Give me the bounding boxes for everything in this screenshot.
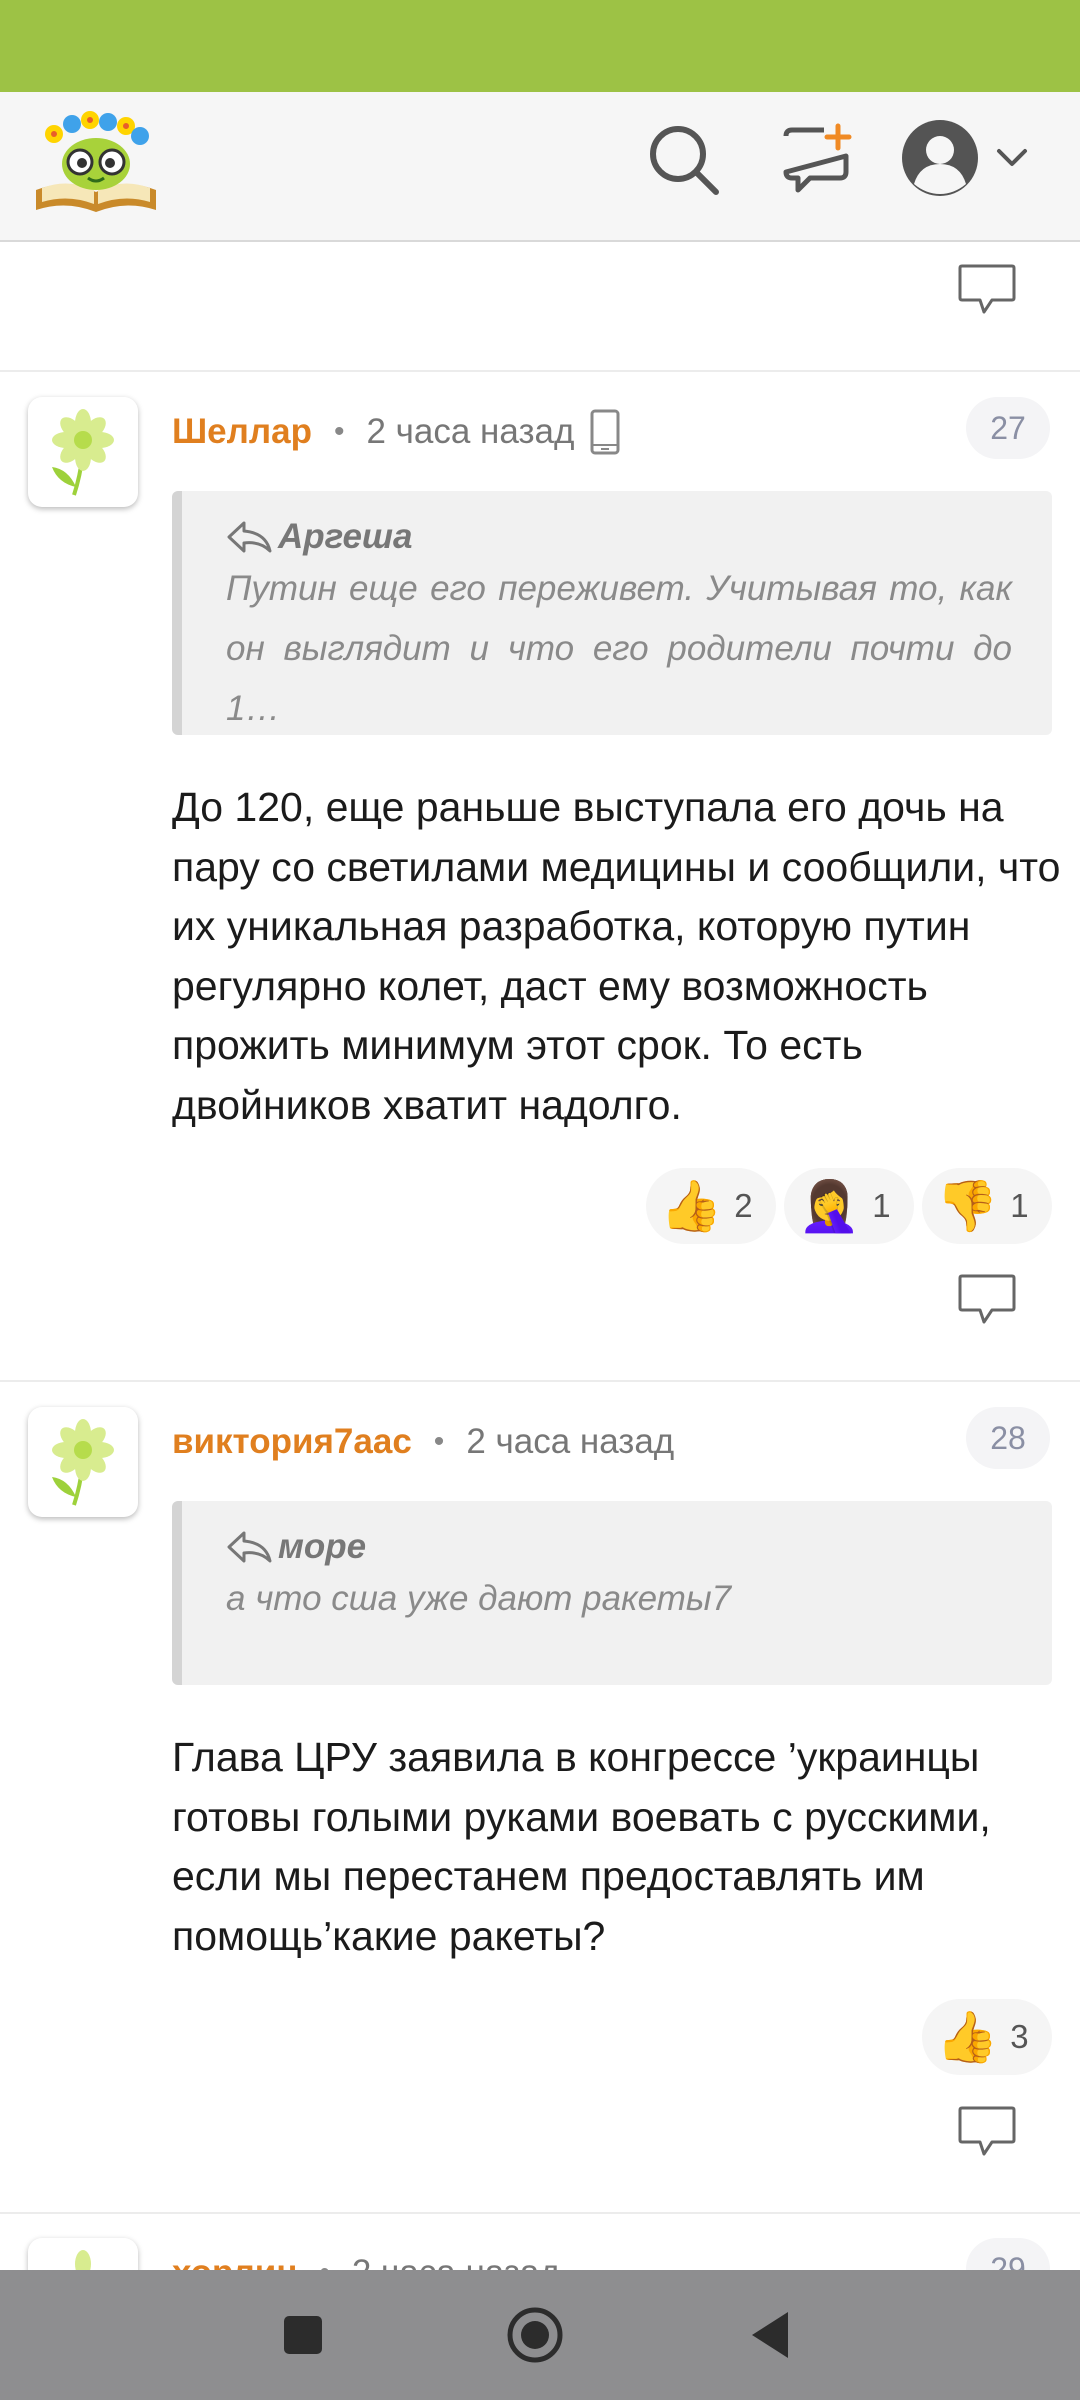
flower-avatar-icon [52,1419,114,1506]
reaction-dislike[interactable]: 👎 1 [922,1168,1052,1244]
reply-comment-icon[interactable] [956,262,1018,318]
site-logo[interactable] [32,106,160,218]
comment-text: Глава ЦРУ заявила в конгрессе ’украинцы … [172,1734,991,1959]
reaction-facepalm[interactable]: 🤦‍♀️ 1 [784,1168,914,1244]
comment-meta: виктория7аас • 2 часа назад [172,1417,674,1467]
comment-number[interactable]: 27 [966,397,1050,459]
quote-text: а что сша уже дают ракеты7 [226,1579,732,1618]
quoted-comment[interactable]: море а что сша уже дают ракеты7 [172,1501,1052,1685]
separator-dot: • [433,1425,445,1458]
reaction-like[interactable]: 👍 2 [646,1168,776,1244]
back-triangle-icon[interactable] [748,2310,792,2360]
comment-time: 2 часа назад [366,412,575,451]
comment-time: 2 часа назад [466,1422,675,1461]
quoted-comment[interactable]: Аргеша Путин еще его переживет. Учитывая… [172,491,1052,735]
reaction-count: 1 [872,1187,891,1224]
reaction-count: 1 [1010,1187,1029,1224]
mobile-device-icon [590,409,620,455]
user-avatar-icon[interactable] [900,118,980,198]
author-avatar[interactable] [28,397,138,507]
chevron-down-icon[interactable] [996,148,1028,168]
author-name[interactable]: виктория7аас [172,1422,412,1462]
author-avatar[interactable] [28,1407,138,1517]
separator-dot: • [333,415,345,448]
comment-number[interactable]: 28 [966,1407,1050,1469]
search-icon[interactable] [646,122,722,198]
reply-comment-icon[interactable] [956,2104,1018,2160]
system-nav-bar [0,2270,1080,2400]
thumbs-down-icon: 👎 [936,1178,999,1234]
recents-square-icon[interactable] [282,2314,324,2356]
comment-text: До 120, еще раньше выступала его дочь на… [172,784,1061,1128]
comment-divider [0,370,1080,372]
thumbs-up-icon: 👍 [660,1178,723,1234]
facepalm-icon: 🤦‍♀️ [798,1178,861,1234]
quote-author: море [278,1527,367,1566]
comment-divider [0,2212,1080,2214]
new-post-icon[interactable] [780,122,854,196]
quote-text: Путин еще его переживет. Учитывая то, ка… [226,569,1012,728]
comment-divider [0,1380,1080,1382]
reaction-count: 3 [1010,2018,1029,2055]
home-circle-icon[interactable] [506,2306,564,2364]
flower-avatar-icon [52,409,114,496]
reply-arrow-icon [227,1531,272,1563]
reaction-like[interactable]: 👍 3 [922,1999,1052,2075]
reply-comment-icon[interactable] [956,1272,1018,1328]
reaction-count: 2 [734,1187,753,1224]
thumbs-up-icon: 👍 [936,2009,999,2065]
app-header [0,92,1080,242]
reply-arrow-icon [227,521,272,553]
quote-author: Аргеша [278,517,413,556]
comment-meta: Шеллар • 2 часа назад [172,407,620,457]
author-name[interactable]: Шеллар [172,412,312,452]
status-bar [0,0,1080,92]
